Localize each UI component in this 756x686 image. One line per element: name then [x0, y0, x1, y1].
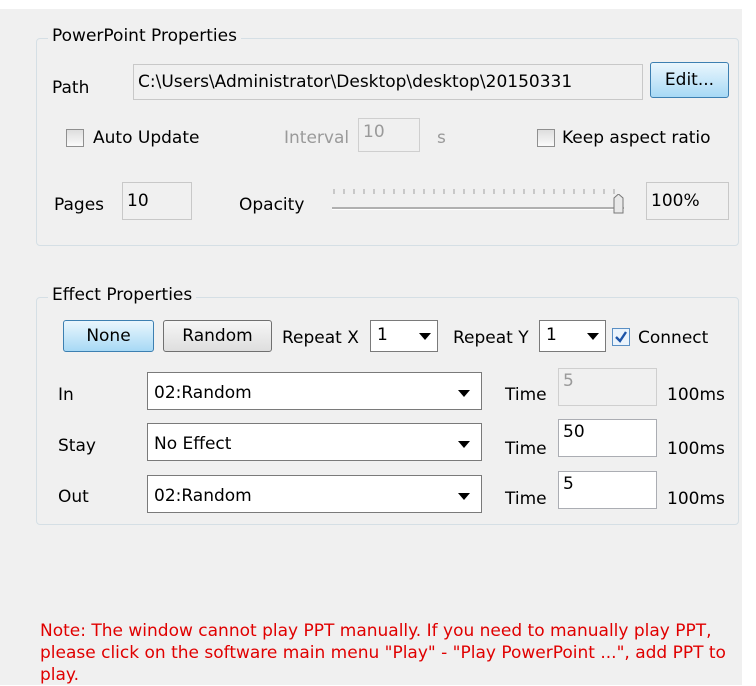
path-label: Path: [52, 78, 90, 98]
right-edge: [742, 0, 756, 685]
repeat-x-select[interactable]: 1: [370, 320, 438, 352]
auto-update-checkbox[interactable]: [66, 129, 84, 147]
interval-unit: s: [437, 128, 446, 148]
stay-label: Stay: [58, 436, 96, 456]
repeat-x-label: Repeat X: [282, 328, 359, 348]
powerpoint-properties-legend: PowerPoint Properties: [48, 26, 241, 46]
auto-update-label: Auto Update: [93, 128, 200, 148]
chevron-down-icon: [458, 441, 470, 448]
chevron-down-icon: [587, 333, 599, 340]
repeat-x-value: 1: [377, 325, 388, 345]
chevron-down-icon: [419, 333, 431, 340]
opacity-slider-track: [332, 189, 624, 210]
in-unit: 100ms: [667, 385, 725, 405]
out-time-label: Time: [505, 489, 547, 509]
keep-aspect-ratio-checkbox[interactable]: [537, 129, 555, 147]
top-edge: [0, 0, 756, 9]
out-time-field[interactable]: 5: [558, 471, 657, 509]
opacity-value-field: 100%: [646, 182, 729, 220]
pages-field: 10: [122, 182, 192, 220]
none-button[interactable]: None: [63, 320, 154, 352]
manual-play-note: Note: The window cannot play PPT manuall…: [40, 621, 726, 685]
in-time-label: Time: [505, 385, 547, 405]
in-effect-select[interactable]: 02:Random: [147, 372, 482, 410]
interval-field[interactable]: 10: [358, 118, 420, 152]
stay-unit: 100ms: [667, 439, 725, 459]
opacity-slider[interactable]: [330, 185, 628, 215]
repeat-y-value: 1: [546, 325, 557, 345]
random-button[interactable]: Random: [163, 320, 272, 352]
stay-time-label: Time: [505, 439, 547, 459]
repeat-y-select[interactable]: 1: [539, 320, 606, 352]
opacity-slider-thumb[interactable]: [613, 193, 624, 214]
in-time-field[interactable]: 5: [558, 368, 657, 406]
keep-aspect-ratio-label: Keep aspect ratio: [562, 128, 711, 148]
out-effect-value: 02:Random: [154, 486, 252, 506]
chevron-down-icon: [458, 390, 470, 397]
chevron-down-icon: [458, 493, 470, 500]
stay-effect-value: No Effect: [154, 434, 232, 454]
repeat-y-label: Repeat Y: [453, 328, 529, 348]
connect-label: Connect: [638, 328, 709, 348]
opacity-label: Opacity: [239, 195, 305, 215]
connect-checkbox[interactable]: [612, 328, 630, 346]
interval-label: Interval: [284, 128, 350, 148]
check-icon: [615, 331, 627, 343]
out-effect-select[interactable]: 02:Random: [147, 475, 482, 513]
path-field[interactable]: C:\Users\Administrator\Desktop\desktop\2…: [133, 64, 643, 100]
edit-path-button[interactable]: Edit...: [650, 62, 729, 98]
in-label: In: [58, 385, 74, 405]
stay-effect-select[interactable]: No Effect: [147, 423, 482, 461]
in-effect-value: 02:Random: [154, 383, 252, 403]
effect-properties-legend: Effect Properties: [48, 285, 197, 305]
pages-label: Pages: [54, 195, 105, 215]
stay-time-field[interactable]: 50: [558, 419, 657, 457]
out-label: Out: [58, 487, 89, 507]
out-unit: 100ms: [667, 489, 725, 509]
